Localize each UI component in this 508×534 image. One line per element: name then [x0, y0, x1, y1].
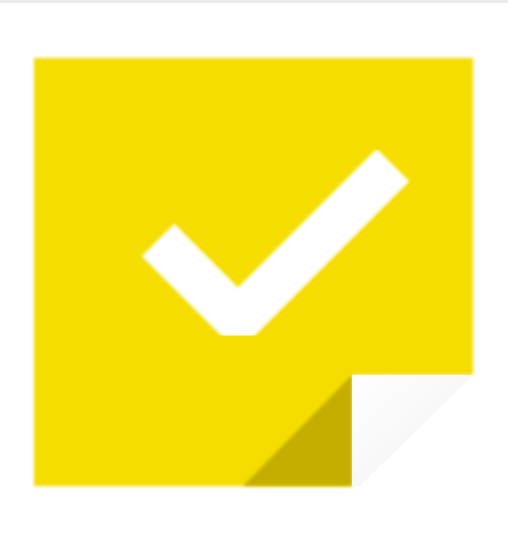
fold-paper — [352, 375, 473, 486]
sticky-note-checkmark-icon — [34, 58, 473, 486]
